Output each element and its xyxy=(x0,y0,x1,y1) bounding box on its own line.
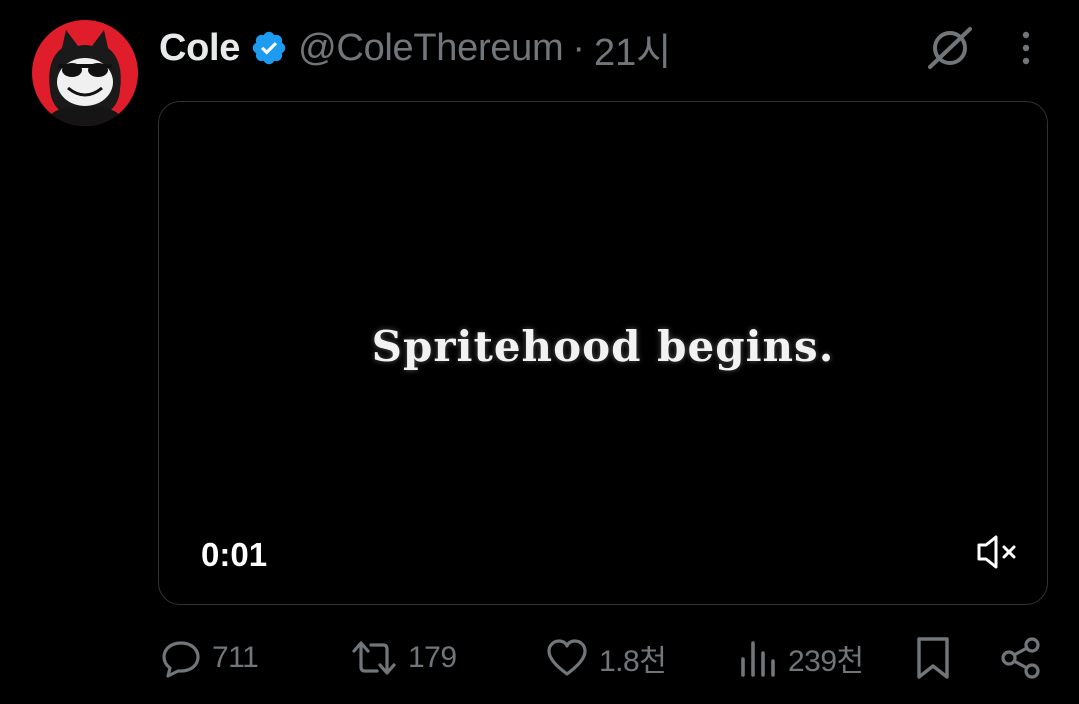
bookmark-icon xyxy=(914,635,952,681)
tweet-actions: 711 179 1.8천 239천 xyxy=(0,628,1079,688)
separator-dot: · xyxy=(572,26,585,69)
like-count: 1.8천 xyxy=(599,645,667,678)
like-icon xyxy=(545,637,589,679)
repost-button[interactable]: 179 xyxy=(350,628,457,688)
repost-count: 179 xyxy=(408,641,457,674)
reply-count: 711 xyxy=(212,641,259,674)
reply-icon xyxy=(160,637,202,679)
tweet-header: Cole @ColeThereum · 21시 xyxy=(159,24,671,74)
volume-muted-icon[interactable] xyxy=(975,532,1019,572)
video-caption: Spritehood begins. xyxy=(371,322,835,371)
verified-badge-icon[interactable] xyxy=(250,29,288,67)
avatar-image xyxy=(32,20,138,126)
like-button[interactable]: 1.8천 xyxy=(545,628,667,688)
reply-button[interactable]: 711 xyxy=(160,628,259,688)
tweet-time[interactable]: 21시 xyxy=(594,21,671,76)
views-count: 239천 xyxy=(788,645,864,678)
bookmark-button[interactable] xyxy=(914,628,952,688)
avatar[interactable] xyxy=(32,20,138,126)
video-timestamp: 0:01 xyxy=(201,536,268,573)
share-icon xyxy=(1000,637,1042,679)
more-options-icon[interactable] xyxy=(1012,27,1040,69)
author-name[interactable]: Cole xyxy=(159,27,240,70)
video-player[interactable]: Spritehood begins. 0:01 xyxy=(158,101,1048,605)
views-button[interactable]: 239천 xyxy=(738,628,864,688)
author-handle[interactable]: @ColeThereum xyxy=(298,27,563,70)
share-button[interactable] xyxy=(1000,628,1042,688)
repost-icon xyxy=(350,637,398,679)
grok-icon[interactable] xyxy=(924,26,976,70)
views-icon xyxy=(738,637,778,679)
